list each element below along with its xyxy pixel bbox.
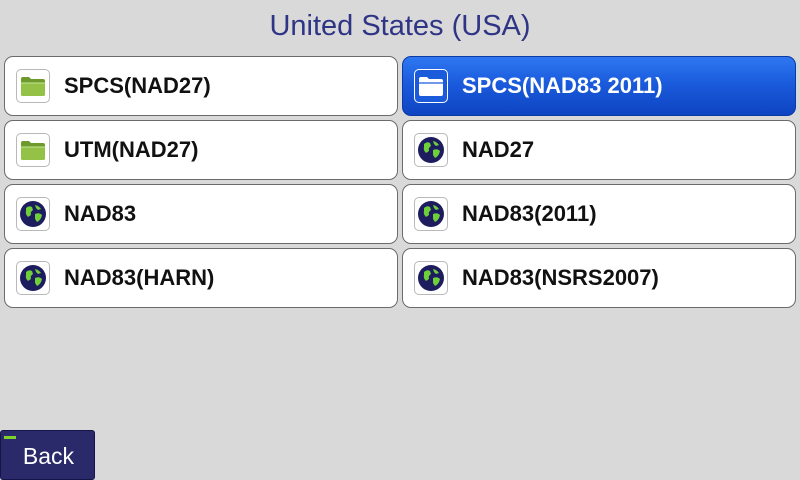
list-item-spcs-nad27[interactable]: SPCS(NAD27) [4, 56, 398, 116]
folder-icon [16, 69, 50, 103]
globe-icon [414, 197, 448, 231]
list-item-nad27[interactable]: NAD27 [402, 120, 796, 180]
list-item-nad83-nsrs2007[interactable]: NAD83(NSRS2007) [402, 248, 796, 308]
list-item-label: UTM(NAD27) [64, 137, 199, 162]
list-item-spcs-nad83-2011[interactable]: SPCS(NAD83 2011) [402, 56, 796, 116]
list-item-nad83-2011[interactable]: NAD83(2011) [402, 184, 796, 244]
back-button-label: Back [22, 443, 75, 469]
list-item-label: NAD83 [64, 201, 137, 226]
coordinate-system-list: SPCS(NAD27) SPCS(NAD83 2011) UTM(NAD27) [4, 56, 796, 308]
list-item-label: NAD27 [462, 137, 535, 162]
list-item-utm-nad27[interactable]: UTM(NAD27) [4, 120, 398, 180]
list-item-nad83-harn[interactable]: NAD83(HARN) [4, 248, 398, 308]
page-title: United States (USA) [269, 10, 531, 42]
list-item-label: SPCS(NAD83 2011) [462, 73, 663, 98]
globe-icon [414, 133, 448, 167]
list-item-label: NAD83(HARN) [64, 265, 215, 290]
list-item-label: NAD83(2011) [462, 201, 597, 226]
globe-icon [414, 261, 448, 295]
folder-icon [16, 133, 50, 167]
list-item-nad83[interactable]: NAD83 [4, 184, 398, 244]
list-item-label: SPCS(NAD27) [64, 73, 211, 98]
folder-icon [414, 69, 448, 103]
globe-icon [16, 197, 50, 231]
list-item-label: NAD83(NSRS2007) [462, 265, 659, 290]
globe-icon [16, 261, 50, 295]
back-button[interactable]: Back [0, 430, 95, 480]
soft-key-indicator [4, 436, 16, 439]
